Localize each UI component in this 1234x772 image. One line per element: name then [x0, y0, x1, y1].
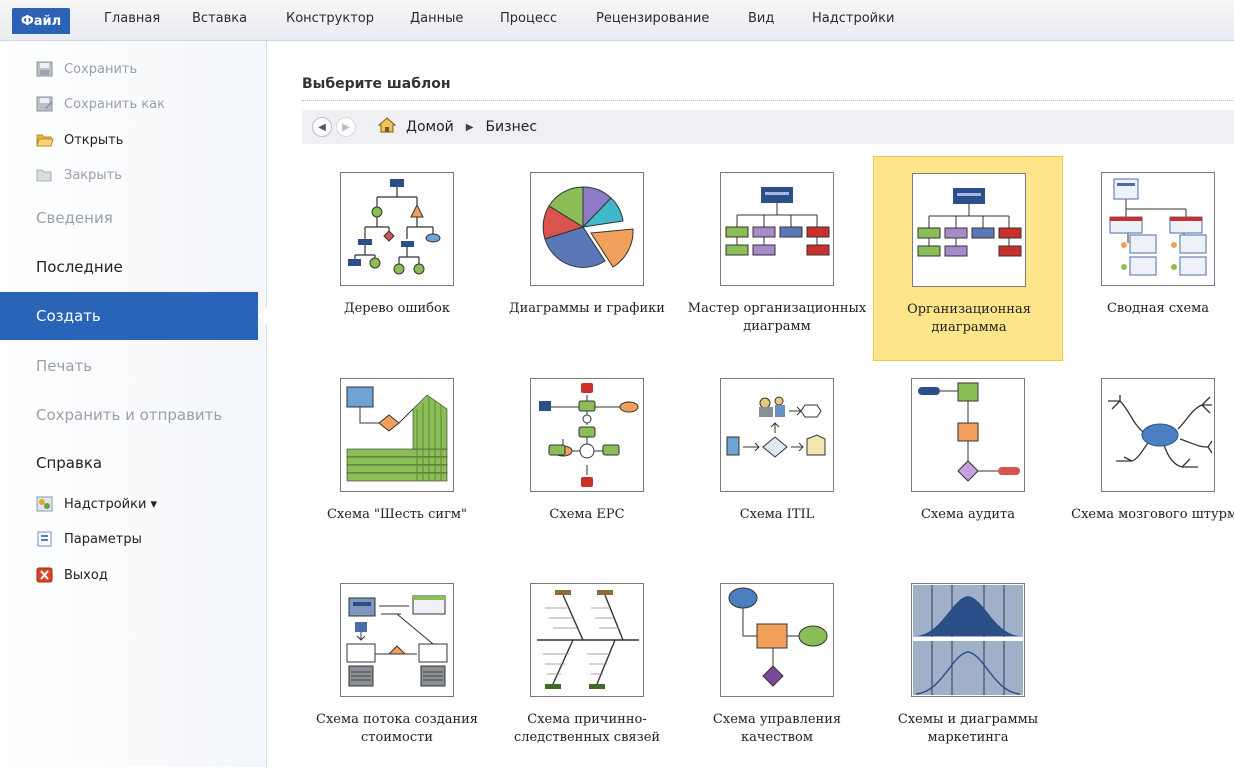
template-tile[interactable]: Схема потока создания стоимости	[302, 567, 492, 772]
template-label: Диаграммы и графики	[509, 301, 665, 316]
template-tile[interactable]: Схема управления качеством	[682, 567, 872, 772]
sidebar-save-as-label: Сохранить как	[64, 96, 165, 112]
pie-chart-icon	[530, 172, 644, 286]
sidebar-open-label: Открыть	[64, 132, 124, 148]
brainstorm-diagram-icon	[1101, 378, 1215, 492]
template-tile[interactable]: Дерево ошибок	[302, 156, 492, 361]
template-label: Организационная диаграмма	[907, 302, 1031, 335]
tab-review[interactable]: Рецензирование	[596, 11, 709, 26]
cause-effect-icon	[530, 583, 644, 697]
ribbon-tabs: Файл Главная Вставка Конструктор Данные …	[0, 0, 1234, 41]
itil-diagram-icon	[720, 378, 834, 492]
sidebar-options[interactable]: Параметры	[36, 531, 142, 547]
save-icon	[36, 61, 54, 77]
template-tile[interactable]: Схема "Шесть сигм"	[302, 362, 492, 567]
breadcrumb: ◀ ▶ Домой ▶ Бизнес	[302, 110, 1234, 144]
epc-diagram-icon	[530, 378, 644, 492]
template-tile[interactable]: Схема ITIL	[682, 362, 872, 567]
template-label: Схема потока создания стоимости	[316, 712, 478, 745]
template-tile[interactable]: Схема EPC	[492, 362, 682, 567]
template-label: Схема управления качеством	[712, 712, 842, 745]
tab-addins[interactable]: Надстройки	[812, 11, 894, 26]
tab-process[interactable]: Процесс	[500, 11, 557, 26]
sidebar-recent[interactable]: Последние	[36, 258, 123, 276]
tab-home[interactable]: Главная	[104, 11, 160, 26]
home-icon[interactable]	[377, 117, 397, 137]
sidebar-exit[interactable]: Выход	[36, 567, 108, 583]
sidebar-print[interactable]: Печать	[36, 357, 92, 375]
template-label: Схема ITIL	[739, 507, 815, 522]
template-tile-selected[interactable]: Организационная диаграмма	[873, 156, 1063, 361]
sidebar-close[interactable]: Закрыть	[36, 167, 122, 183]
template-label: Схема "Шесть сигм"	[326, 507, 467, 522]
template-label: Схема аудита	[921, 507, 1015, 522]
template-label: Сводная схема	[1106, 301, 1209, 316]
sidebar-save-send[interactable]: Сохранить и отправить	[36, 406, 222, 424]
sidebar-help[interactable]: Справка	[36, 454, 102, 472]
template-label: Схема причинно-следственных связей	[513, 712, 661, 745]
breadcrumb-home[interactable]: Домой	[406, 119, 454, 135]
tab-view[interactable]: Вид	[748, 11, 774, 26]
value-stream-icon	[340, 583, 454, 697]
org-chart-wizard-icon	[720, 172, 834, 286]
audit-diagram-icon	[911, 378, 1025, 492]
sidebar-info[interactable]: Сведения	[36, 209, 113, 227]
six-sigma-icon	[340, 378, 454, 492]
back-arrow-icon[interactable]: ◀	[312, 117, 332, 137]
sidebar-addins-label: Надстройки ▾	[64, 496, 158, 512]
title-divider	[302, 100, 1234, 101]
fault-tree-icon	[340, 172, 454, 286]
sidebar-new[interactable]: Создать	[0, 292, 268, 340]
save-as-icon	[36, 96, 54, 112]
template-label: Схемы и диаграммы маркетинга	[897, 712, 1039, 745]
summary-diagram-icon	[1101, 172, 1215, 286]
exit-icon	[36, 567, 54, 583]
sidebar-exit-label: Выход	[64, 567, 108, 583]
options-icon	[36, 531, 54, 547]
template-tile[interactable]: Схема причинно-следственных связей	[492, 567, 682, 772]
sidebar-close-label: Закрыть	[64, 167, 122, 183]
sidebar-save[interactable]: Сохранить	[36, 61, 137, 77]
org-chart-icon	[912, 173, 1026, 287]
template-tile[interactable]: Схемы и диаграммы маркетинга	[873, 567, 1063, 772]
template-label: Мастер организационных диаграмм	[687, 301, 867, 334]
breadcrumb-current: Бизнес	[485, 119, 538, 135]
template-tile[interactable]: Сводная схема	[1063, 156, 1234, 361]
template-label: Дерево ошибок	[344, 301, 450, 316]
sidebar-new-label: Создать	[36, 307, 101, 325]
forward-arrow-icon[interactable]: ▶	[336, 117, 356, 137]
addins-icon	[36, 496, 54, 512]
tab-insert[interactable]: Вставка	[192, 11, 247, 26]
template-label: Схема EPC	[549, 507, 625, 522]
sidebar-save-label: Сохранить	[64, 61, 138, 77]
folder-close-icon	[36, 167, 54, 183]
page-title: Выберите шаблон	[302, 76, 451, 92]
tab-file[interactable]: Файл	[12, 8, 70, 34]
folder-open-icon	[36, 132, 54, 148]
tab-data[interactable]: Данные	[410, 11, 463, 26]
sidebar-save-as[interactable]: Сохранить как	[36, 96, 165, 112]
template-tile[interactable]: Схема аудита	[873, 362, 1063, 567]
template-label: Схема мозгового штурма	[1071, 507, 1234, 522]
breadcrumb-separator-icon: ▶	[465, 121, 474, 133]
quality-management-icon	[720, 583, 834, 697]
template-tile[interactable]: Схема мозгового штурма	[1063, 362, 1234, 567]
marketing-charts-icon	[911, 583, 1025, 697]
tab-design[interactable]: Конструктор	[286, 11, 374, 26]
template-tile[interactable]: Мастер организационных диаграмм	[682, 156, 872, 361]
template-tile[interactable]: Диаграммы и графики	[492, 156, 682, 361]
backstage-sidebar: Сохранить Сохранить как Открыть Закрыть …	[0, 41, 268, 767]
sidebar-addins[interactable]: Надстройки ▾	[36, 496, 157, 512]
sidebar-open[interactable]: Открыть	[36, 132, 123, 148]
sidebar-options-label: Параметры	[64, 531, 142, 547]
